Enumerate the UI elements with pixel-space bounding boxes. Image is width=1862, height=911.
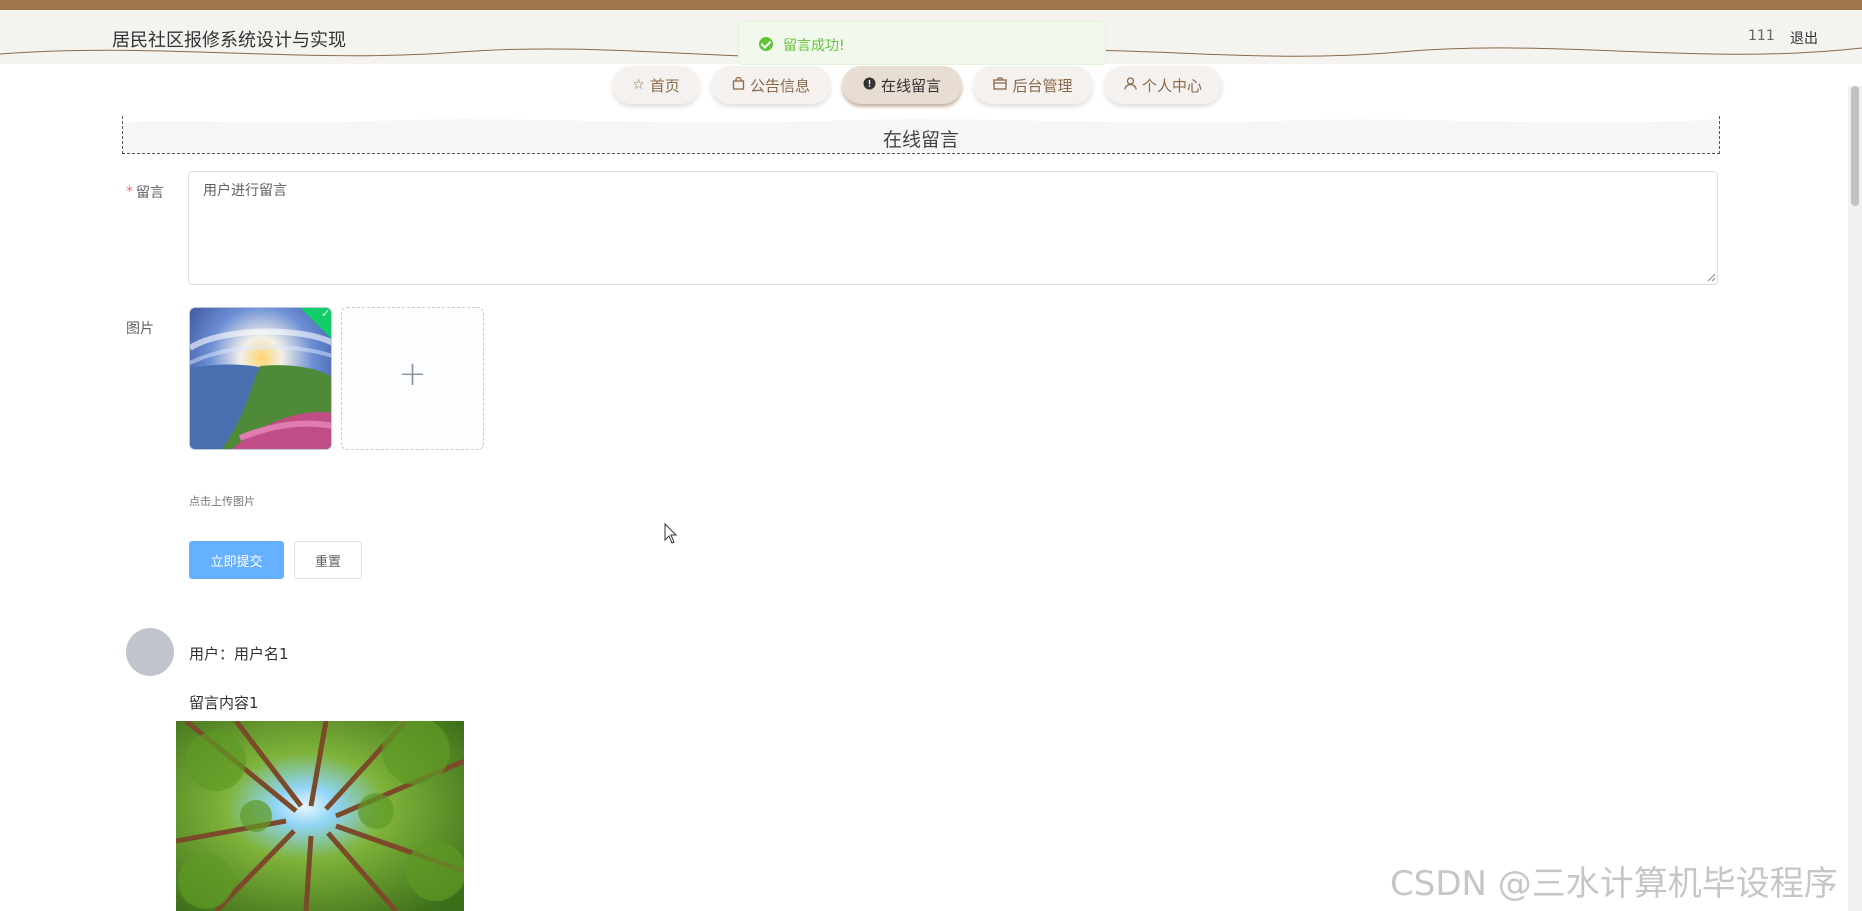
user-icon [1124,76,1137,94]
image-label: 图片 [126,321,154,337]
message-textarea[interactable] [188,171,1718,285]
landscape-image [190,308,331,449]
check-circle-icon [759,37,773,51]
nav-item-notices[interactable]: 公告信息 [711,66,831,104]
plus-icon: + [398,354,427,394]
section-title: 在线留言 [882,129,959,151]
uploaded-image-thumbnail[interactable] [189,307,332,450]
resize-grip-icon[interactable] [1706,272,1716,282]
reset-button[interactable]: 重置 [294,541,362,579]
comment-image[interactable] [176,721,464,911]
upload-button[interactable]: + [341,307,484,450]
comment-content: 留言内容1 [189,694,259,712]
required-mark: * [126,184,133,200]
section-header: 在线留言 [122,115,1720,154]
success-toast: 留言成功! [738,21,1106,65]
toast-message: 留言成功! [783,38,845,54]
submit-button[interactable]: 立即提交 [189,541,284,579]
box-icon [993,76,1008,94]
user-name: 111 [1748,28,1775,44]
top-strip [0,0,1862,10]
check-icon: ✓ [321,307,331,320]
avatar [126,628,174,676]
scrollbar-thumb[interactable] [1851,86,1859,206]
comment-user: 用户：用户名1 [189,645,289,663]
watermark: CSDN @三水计算机毕设程序 [1390,864,1838,904]
page: 居民社区报修系统设计与实现 111 退出 留言成功! ☆ 首页 公告信息 在线留… [0,0,1862,911]
bag-icon [732,76,745,94]
nav-item-profile[interactable]: 个人中心 [1104,66,1222,104]
nav-item-label: 在线留言 [880,76,941,95]
nav-item-label: 后台管理 [1012,76,1073,95]
nav-item-label: 首页 [649,76,680,95]
site-title: 居民社区报修系统设计与实现 [112,30,346,51]
upload-hint: 点击上传图片 [189,495,255,508]
nav-item-admin[interactable]: 后台管理 [973,66,1093,104]
nav-item-label: 公告信息 [749,76,810,95]
forest-canopy-image [176,721,464,911]
message-label: 留言 [136,185,164,201]
alert-circle-icon [863,77,876,94]
nav-item-home[interactable]: ☆ 首页 [612,66,700,104]
scrollbar[interactable] [1848,86,1862,911]
logout-link[interactable]: 退出 [1790,28,1818,48]
nav-item-messages[interactable]: 在线留言 [842,66,962,104]
star-icon: ☆ [632,77,645,93]
mouse-cursor-icon [664,523,678,544]
nav-item-label: 个人中心 [1141,76,1202,95]
